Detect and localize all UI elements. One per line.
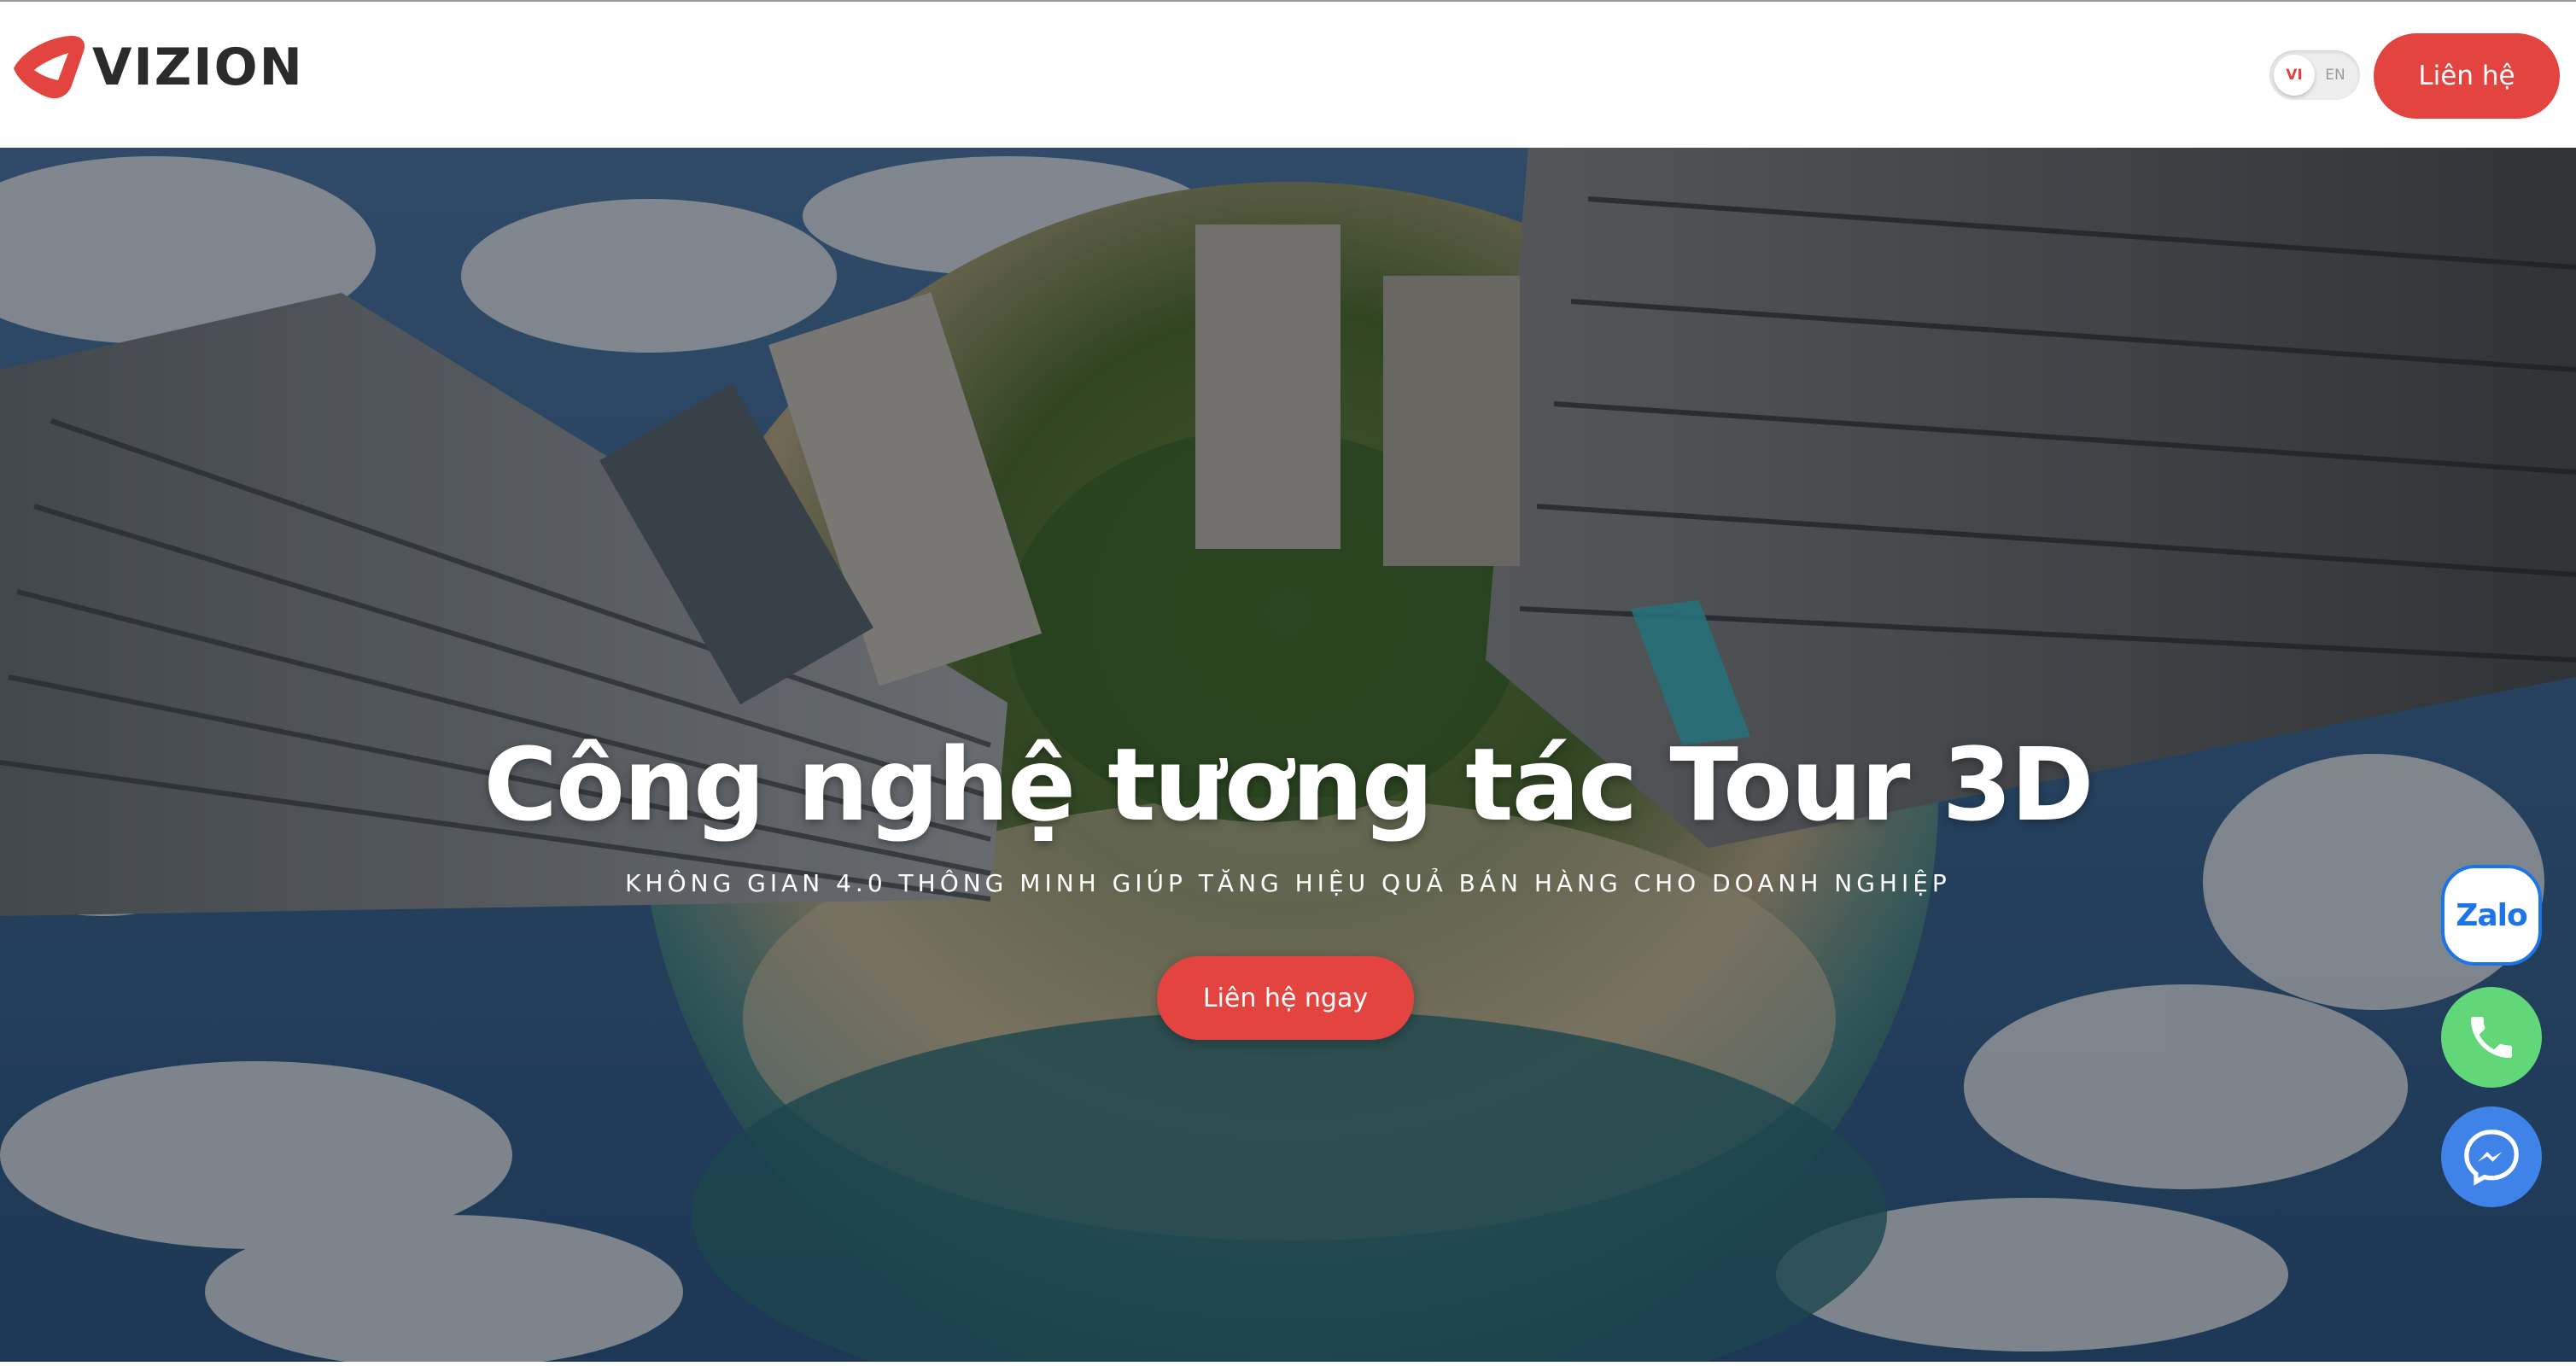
page: VIZION VI EN Liên hệ Công nghệ tương tác… [0, 0, 2576, 1366]
messenger-icon [2464, 1130, 2519, 1186]
phone-icon [2471, 1017, 2512, 1058]
phone-call-button[interactable] [2441, 987, 2542, 1088]
zalo-chat-button[interactable]: Zalo [2441, 865, 2542, 966]
site-header: VIZION VI EN Liên hệ [0, 0, 2576, 148]
hero-section: Công nghệ tương tác Tour 3D KHÔNG GIAN 4… [0, 148, 2576, 1362]
contact-button[interactable]: Liên hệ [2374, 33, 2560, 119]
language-toggle[interactable]: VI EN [2269, 50, 2360, 100]
logo-text: VIZION [92, 38, 304, 97]
lang-option-en[interactable]: EN [2315, 50, 2356, 100]
lang-option-vi[interactable]: VI [2274, 50, 2315, 100]
hero-subtitle: KHÔNG GIAN 4.0 THÔNG MINH GIÚP TĂNG HIỆU… [625, 869, 1951, 897]
zalo-icon: Zalo [2456, 897, 2527, 933]
logo-link[interactable]: VIZION [9, 32, 304, 102]
hero-contact-now-button[interactable]: Liên hệ ngay [1157, 956, 1414, 1040]
messenger-chat-button[interactable] [2441, 1106, 2542, 1207]
hero-title: Công nghệ tương tác Tour 3D [483, 726, 2094, 844]
vizion-logo-icon [14, 35, 85, 99]
